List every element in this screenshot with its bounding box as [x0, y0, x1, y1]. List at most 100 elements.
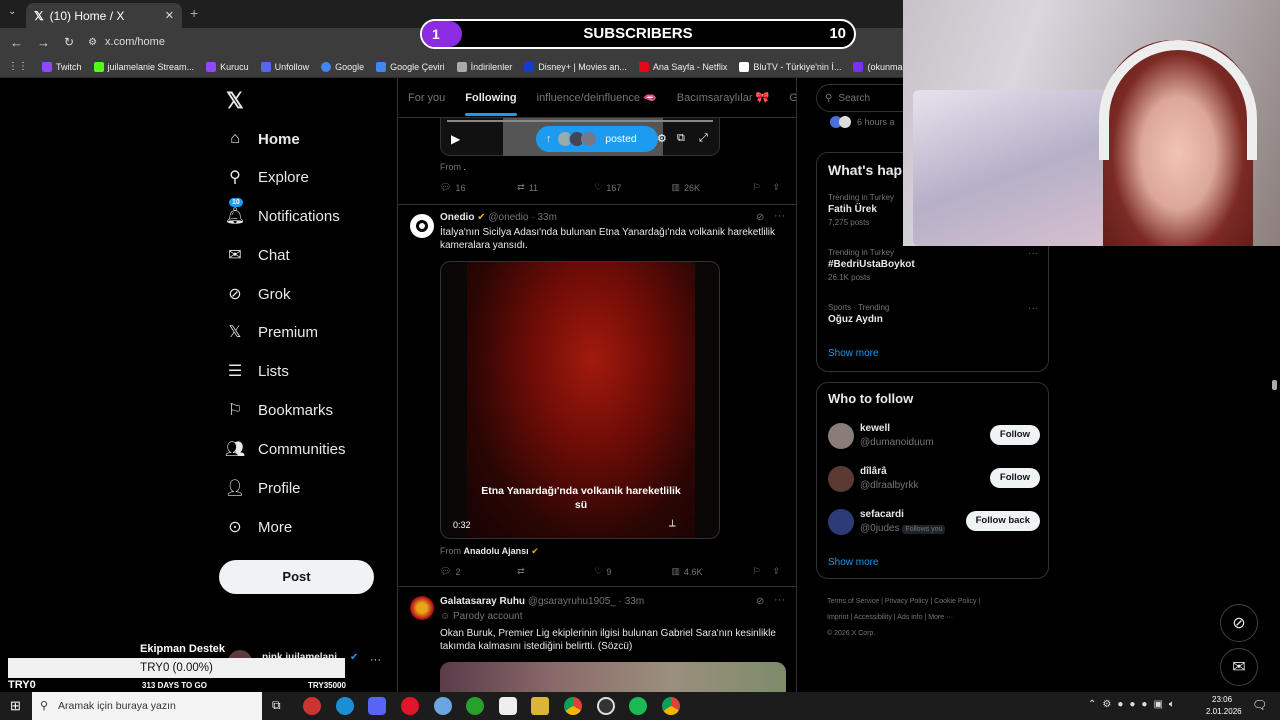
task-view-icon[interactable]: ⧉ [272, 698, 281, 713]
share-icon[interactable]: ⇪ [772, 182, 780, 193]
opera-icon[interactable] [401, 697, 419, 715]
video-progress[interactable] [447, 120, 713, 122]
xbox-icon[interactable] [466, 697, 484, 715]
messages-floating-button[interactable]: ✉ [1220, 648, 1258, 686]
author-handle[interactable]: @onedio [488, 212, 528, 223]
footer-link[interactable]: Cookie Policy [934, 598, 976, 605]
app-icon[interactable] [499, 697, 517, 715]
close-tab-icon[interactable]: ✕ [165, 9, 174, 22]
browser-tab[interactable]: 𝕏 (10) Home / X ✕ [26, 3, 182, 28]
post-button[interactable]: Post [219, 560, 374, 594]
like-button[interactable]: ♡ 9 [594, 566, 671, 577]
tab-influence[interactable]: influence/deinfluence 🫦 [527, 91, 667, 104]
follow-button[interactable]: Follow [989, 468, 1040, 488]
post-image[interactable] [440, 662, 786, 692]
show-more-follow[interactable]: Show more [828, 557, 879, 568]
app-icon[interactable] [434, 697, 452, 715]
tab-list-icon[interactable]: ⌄ [8, 6, 16, 17]
author-name[interactable]: Galatasaray Ruhu [440, 596, 525, 607]
windows-start-icon[interactable]: ⊞ [10, 698, 21, 714]
nav-notifications[interactable]: 🔔︎ 10 Notifications [225, 198, 340, 231]
views-button[interactable]: ▥ 4.6K [672, 566, 753, 577]
follow-back-button[interactable]: Follow back [965, 511, 1040, 531]
bookmark-item[interactable]: (okunmamış sayısı)... [853, 61, 904, 72]
back-icon[interactable]: ← [10, 35, 23, 50]
url-field[interactable]: x.com/home [105, 36, 165, 48]
nav-lists[interactable]: ☰ Lists [226, 356, 289, 386]
video-player[interactable]: Etna Yanardağı'nda volkanik hareketlilik… [440, 261, 720, 539]
like-button[interactable]: ♡ 167 [594, 182, 671, 193]
chrome-icon[interactable] [564, 697, 582, 715]
bookmark-item[interactable]: Google Çeviri [376, 61, 445, 72]
post-time[interactable]: 33m [625, 596, 644, 607]
grok-floating-button[interactable]: ⊘ [1220, 604, 1258, 642]
trend-item[interactable]: Sports · Trending Oğuz Aydın ··· [828, 303, 1038, 325]
gif-icon[interactable]: ⟂ [669, 518, 676, 529]
bookmark-item[interactable]: Unfollow [260, 61, 309, 72]
nav-chat[interactable]: ✉ Chat [226, 240, 289, 270]
bookmark-item[interactable]: Kurucu [206, 61, 249, 72]
reply-button[interactable]: 💬︎ 2 [440, 566, 517, 577]
more-icon[interactable]: ··· [774, 594, 785, 606]
pip-icon[interactable]: ⧉ [677, 132, 685, 145]
clock-date[interactable]: 2.01.2026 [1206, 707, 1242, 716]
share-icon[interactable]: ⇪ [772, 566, 780, 577]
forward-icon[interactable]: → [37, 35, 50, 50]
x-logo-icon[interactable]: 𝕏 [226, 88, 244, 114]
tab-for-you[interactable]: For you [398, 92, 455, 104]
search-input[interactable]: ⚲ Search [816, 84, 916, 112]
follow-suggestion[interactable]: dîlârâ @dlraalbyrkk Follow [828, 466, 1040, 496]
post-time[interactable]: 33m [537, 212, 556, 223]
bookmark-item[interactable]: Disney+ | Movies an... [524, 61, 627, 72]
avatar[interactable] [410, 214, 434, 238]
notification-center-icon[interactable]: 🗨︎ [1252, 698, 1267, 712]
nav-premium[interactable]: 𝕏 Premium [226, 317, 318, 347]
nav-grok[interactable]: ⊘ Grok [226, 279, 290, 309]
app-icon[interactable] [303, 697, 321, 715]
footer-link[interactable]: Accessibility [854, 614, 892, 621]
activity-row[interactable]: 6 hours a [830, 116, 895, 128]
author-name[interactable]: Onedio [440, 212, 474, 223]
tab-following[interactable]: Following [455, 92, 526, 116]
grok-icon[interactable]: ⊘ [756, 212, 764, 223]
play-icon[interactable]: ▶ [451, 132, 460, 146]
nav-bookmarks[interactable]: ⚐ Bookmarks [226, 395, 333, 425]
trend-item[interactable]: Trending in Turkey #BedriUstaBoykot 26.1… [828, 248, 1038, 282]
bookmark-item[interactable]: BluTV - Türkiye'nin İ... [739, 61, 841, 72]
fullscreen-icon[interactable]: ⤢ [699, 132, 708, 145]
repost-button[interactable]: ⇄ 11 [517, 182, 594, 193]
repost-button[interactable]: ⇄ [517, 566, 594, 577]
bookmark-item[interactable]: Twitch [42, 61, 82, 72]
reload-icon[interactable]: ↻ [64, 35, 74, 49]
tab-bacimsaraylilar[interactable]: Bacımsaraylılar 🎀 [667, 91, 780, 104]
bookmark-item[interactable]: Ana Sayfa - Netflix [638, 61, 727, 72]
footer-link[interactable]: Terms of Service [827, 598, 879, 605]
bookmark-item[interactable]: juilamelanie Stream... [93, 61, 194, 72]
tab-gala[interactable]: Gala [779, 92, 796, 104]
footer-link[interactable]: Privacy Policy [885, 598, 929, 605]
discord-icon[interactable] [368, 697, 386, 715]
author-handle[interactable]: @gsarayruhu1905_ [528, 596, 616, 607]
notes-icon[interactable] [531, 697, 549, 715]
system-tray-icons[interactable]: ⌃⚙●●●▣🔈︎ [1088, 699, 1181, 710]
new-posts-pill[interactable]: ↑ posted [536, 126, 658, 152]
account-more-icon[interactable]: ··· [370, 654, 381, 666]
show-more-trends[interactable]: Show more [828, 348, 879, 359]
footer-link[interactable]: More ··· [928, 614, 953, 621]
apps-icon[interactable]: ⋮⋮ [8, 61, 28, 72]
nav-home[interactable]: ⌂ Home [226, 124, 300, 154]
new-tab-icon[interactable]: + [190, 5, 198, 21]
nav-profile[interactable]: 👤︎ Profile [225, 473, 301, 503]
views-button[interactable]: ▥ 26K [672, 182, 753, 193]
source-name[interactable]: Anadolu Ajansı [464, 546, 529, 556]
more-icon[interactable]: ··· [1028, 303, 1038, 314]
settings-icon[interactable]: ⚙ [657, 132, 667, 145]
avatar[interactable] [410, 596, 434, 620]
follow-suggestion[interactable]: kewell @dumanoiduum Follow [828, 423, 1040, 453]
follow-button[interactable]: Follow [989, 425, 1040, 445]
bookmark-item[interactable]: Google [321, 61, 364, 72]
grok-icon[interactable]: ⊘ [756, 596, 764, 607]
nav-more[interactable]: ⊙ More [226, 512, 292, 542]
more-icon[interactable]: ··· [774, 210, 785, 222]
bookmark-icon[interactable]: ⚐ [753, 566, 773, 577]
